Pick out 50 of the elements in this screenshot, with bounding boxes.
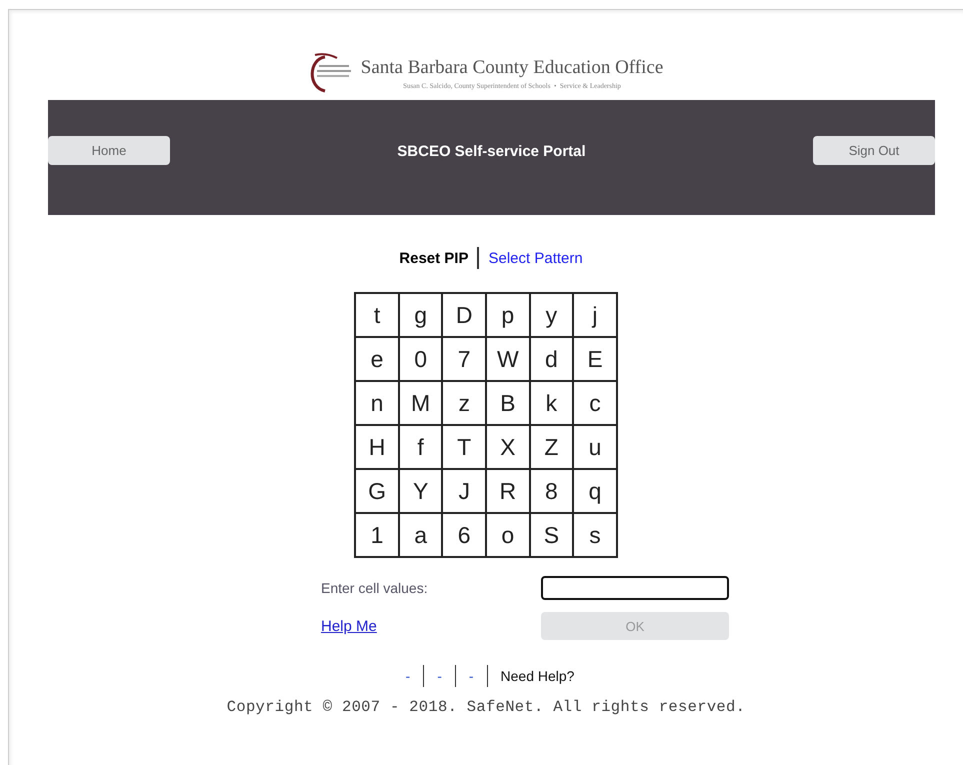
help-link[interactable]: Help Me <box>321 618 541 634</box>
copyright-text: Copyright © 2007 - 2018. SafeNet. All rights reserved. <box>226 698 746 716</box>
tab[interactable]: Select Pattern <box>488 250 583 266</box>
footer-link[interactable]: - <box>468 668 474 684</box>
grid-cell: D <box>443 294 487 338</box>
grid-cell: 6 <box>443 514 487 558</box>
grid-cell: s <box>574 514 618 558</box>
grid-cell: 0 <box>400 338 444 382</box>
footer-text: Need Help? <box>500 668 574 684</box>
grid-cell: S <box>530 514 574 558</box>
grid-cell: e <box>356 338 400 382</box>
grid-cell: Y <box>400 470 444 514</box>
grid-cell: Z <box>530 426 574 470</box>
organization-name: Santa Barbara County Education Office <box>360 56 664 78</box>
grid-cell: p <box>487 294 531 338</box>
grid-cell: R <box>487 470 531 514</box>
grid-cell: G <box>356 470 400 514</box>
grid-cell: E <box>574 338 618 382</box>
grid-cell: j <box>574 294 618 338</box>
grid-cell: 8 <box>530 470 574 514</box>
grid-cell: B <box>487 382 531 426</box>
grid-cell: X <box>487 426 531 470</box>
grid-cell: H <box>356 426 400 470</box>
grid-cell: g <box>400 294 444 338</box>
grid-cell: z <box>443 382 487 426</box>
grid-cell: y <box>530 294 574 338</box>
grid-cell: f <box>400 426 444 470</box>
grid-cell: c <box>574 382 618 426</box>
footer-link[interactable]: - <box>406 668 410 684</box>
grid-cell: 7 <box>443 338 487 382</box>
grid-cell: a <box>400 514 444 558</box>
grid-cell: u <box>574 426 618 470</box>
grid-cell: T <box>443 426 487 470</box>
grid-cell: q <box>574 470 618 514</box>
grid-cell: o <box>487 514 531 558</box>
grid-cell: W <box>487 338 531 382</box>
tab[interactable]: Reset PIP <box>399 250 468 266</box>
grid-cell: M <box>400 382 444 426</box>
grid-cell: J <box>443 470 487 514</box>
sign-out-button[interactable]: Sign Out <box>812 136 935 165</box>
portal-title: SBCEO Self-service Portal <box>397 143 586 160</box>
home-button[interactable]: Home <box>48 136 170 165</box>
field-label: Enter cell values: <box>321 580 429 596</box>
grid-cell: n <box>356 382 400 426</box>
footer-link[interactable]: - <box>437 668 442 684</box>
grid-cell: k <box>530 382 574 426</box>
grid-cell: t <box>356 294 400 338</box>
cell-values-input[interactable] <box>541 576 729 600</box>
grid-cell: 1 <box>356 514 400 558</box>
grid-cell: d <box>530 338 574 382</box>
